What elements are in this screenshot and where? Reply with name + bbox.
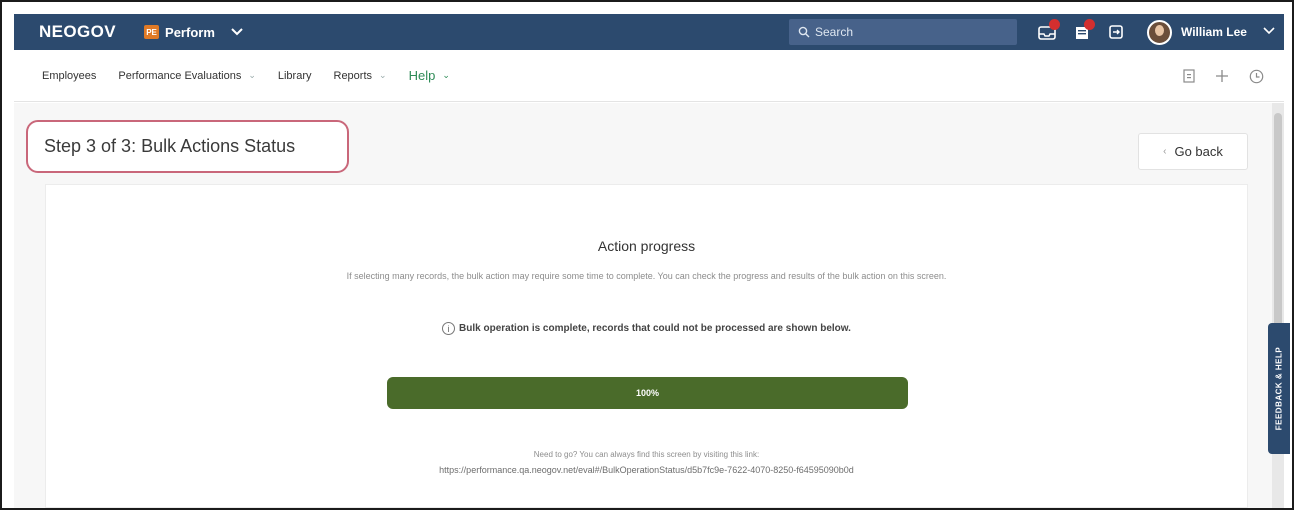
status-message: i Bulk operation is complete, records th… [46,322,1247,335]
tasks-icon[interactable] [1106,22,1126,42]
need-to-go-text: Need to go? You can always find this scr… [533,450,760,459]
status-link[interactable]: https://performance.qa.neogov.net/eval#/… [46,465,1247,475]
secondary-nav: Employees Performance Evaluations ⌄ Libr… [14,50,1284,102]
progress-bar: 100% [387,377,908,409]
page-title: Step 3 of 3: Bulk Actions Status [26,120,349,173]
chevron-down-icon[interactable] [1263,24,1275,38]
feedback-help-tab[interactable]: FEEDBACK & HELP [1268,323,1290,454]
notifications-icon[interactable] [1072,19,1095,42]
nav-label: Help [408,68,436,83]
nav-label: Reports [333,69,373,82]
chevron-left-icon: ‹ [1163,146,1167,157]
go-back-label: Go back [1174,144,1223,159]
document-icon[interactable] [1183,69,1195,83]
product-switcher[interactable]: PE Perform [144,25,243,40]
search-icon [798,26,810,38]
plus-icon[interactable] [1215,69,1229,83]
notification-dot [1049,19,1060,30]
nav-label: Library [277,69,312,82]
nav-label: Performance Evaluations [118,69,242,82]
card-title: Action progress [597,238,696,254]
chevron-down-icon: ⌄ [248,70,256,80]
chevron-down-icon: ⌄ [379,70,387,80]
search-placeholder: Search [815,25,854,39]
top-bar: NEOGOV PE Perform Search William Lee [14,14,1284,50]
nav-library[interactable]: Library [278,70,312,82]
page-title-text: Step 3 of 3: Bulk Actions Status [44,136,296,156]
clock-icon[interactable] [1249,69,1264,84]
feedback-help-label: FEEDBACK & HELP [1274,346,1284,431]
nav-performance-evaluations[interactable]: Performance Evaluations ⌄ [118,70,255,82]
status-text: Bulk operation is complete, records that… [459,323,851,334]
inbox-icon[interactable] [1037,19,1060,42]
chevron-down-icon [231,25,243,39]
nav-help[interactable]: Help ⌄ [409,68,450,83]
search-input[interactable]: Search [789,19,1017,45]
notification-dot [1084,19,1095,30]
action-progress-card: Action progress If selecting many record… [45,184,1248,508]
nav-label: Employees [42,69,97,82]
app-window: NEOGOV PE Perform Search William Lee Emp… [0,0,1294,510]
avatar[interactable] [1147,20,1172,45]
product-badge: PE [144,25,160,39]
product-name: Perform [165,24,215,40]
progress-label: 100% [635,388,660,398]
neogov-logo[interactable]: NEOGOV [39,22,116,42]
subnav-actions [1183,50,1284,102]
info-icon: i [442,322,456,335]
card-description: If selecting many records, the bulk acti… [346,271,947,281]
nav-reports[interactable]: Reports ⌄ [334,70,387,82]
nav-employees[interactable]: Employees [42,70,96,82]
go-back-button[interactable]: ‹ Go back [1138,133,1248,170]
chevron-down-icon: ⌄ [442,70,450,80]
user-name[interactable]: William Lee [1181,25,1247,39]
